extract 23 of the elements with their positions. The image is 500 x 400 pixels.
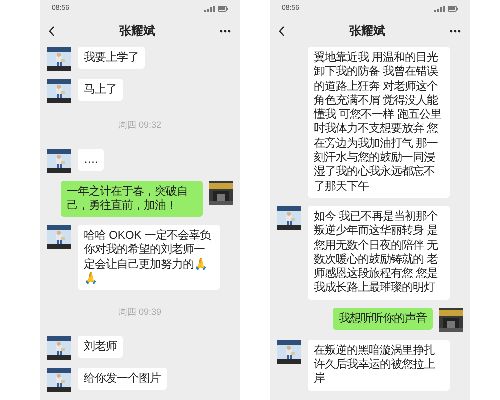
timestamp: 周四 09:39 <box>118 306 162 320</box>
message-bubble: 马上了 <box>78 79 123 102</box>
message-bubble: 给你发一个图片 <box>78 368 167 390</box>
message-bubble: …. <box>78 148 104 171</box>
message-bubble: 一年之计在于春，突破自己，勇往直前，加油！ <box>61 180 203 218</box>
back-icon[interactable] <box>279 26 285 36</box>
message-bubble: 我要上学了 <box>78 47 145 70</box>
signal-icon <box>204 6 216 12</box>
chat-title: 张耀斌 <box>120 23 156 40</box>
message-bubble: 如今 我已不再是当初那个叛逆少年而这华丽转身 是您用无数个日夜的陪伴 无数次暖心的鼓励铸就的 老师感恩这段旅程有您 您是我成长路上最璀璨的明灯 <box>308 206 450 300</box>
chat-title: 张耀斌 <box>350 23 386 40</box>
message-bubble: 我想听听你的声音 <box>333 308 433 330</box>
back-icon[interactable] <box>49 26 55 36</box>
timestamp: 周四 09:32 <box>118 119 162 132</box>
message-bubble: 翼地靠近我 用温和的目光卸下我的防备 我曾在错误的道路上狂奔 对老师这个角色充满不屑 觉得没人能懂我 可您不一样 跑五公里时我体力不支想要放弃 您在旁边为我加油打气 那一刻汗水与您的鼓励一同浸湿了我的心我永远都忘不了那天下午 <box>308 47 450 198</box>
message-bubble: 哈哈 OKOK 一定不会辜负你对我的希望的刘老师一定会让自己更加努力的🙏🙏 <box>78 225 220 290</box>
message-bubble: 在叛逆的黑暗漩涡里挣扎许久后我幸运的被您拉上岸 <box>308 340 450 391</box>
message-bubble: 刘老师 <box>78 336 123 358</box>
battery-icon <box>218 6 228 12</box>
battery-icon <box>448 6 458 12</box>
more-icon[interactable] <box>450 30 461 32</box>
more-icon[interactable] <box>220 30 231 32</box>
signal-icon <box>434 6 446 12</box>
